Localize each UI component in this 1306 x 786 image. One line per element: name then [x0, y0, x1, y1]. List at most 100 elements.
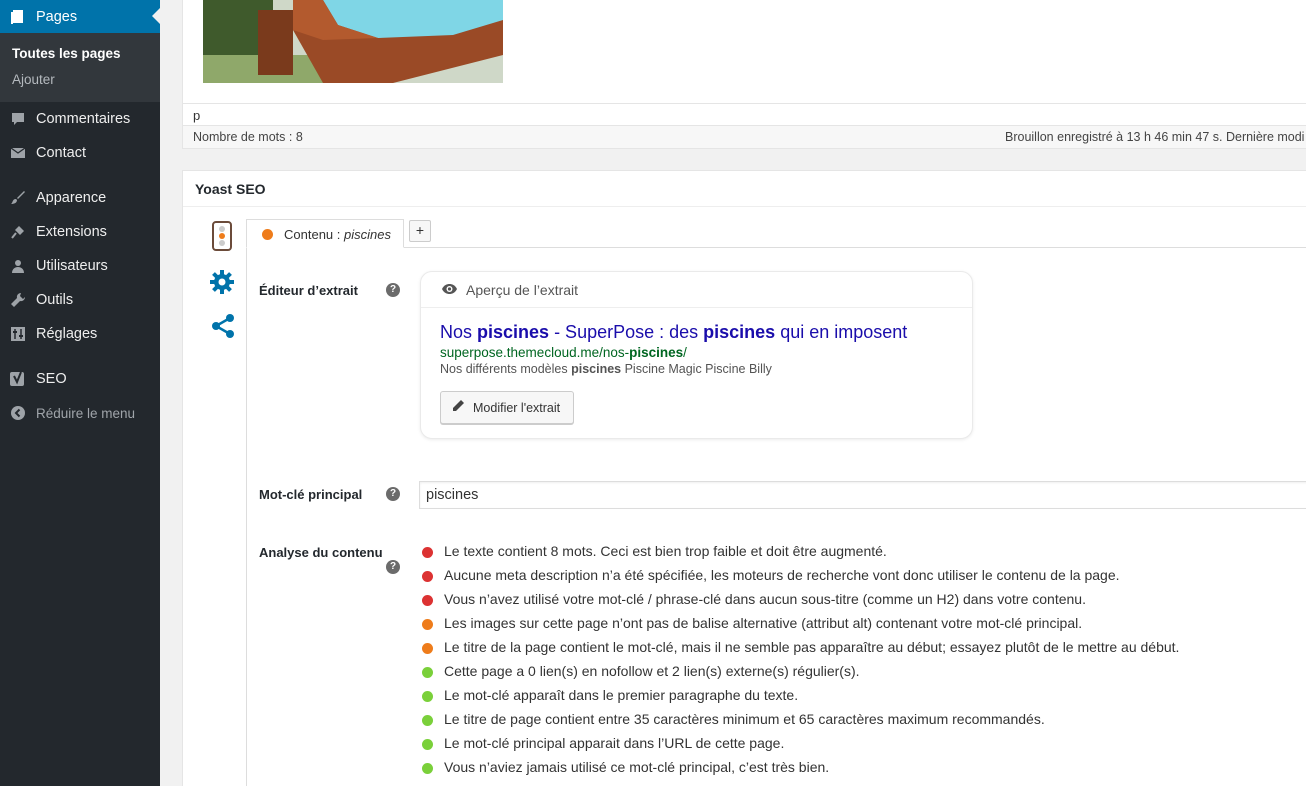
menu-label: Utilisateurs	[36, 258, 108, 274]
snippet-url: superpose.themecloud.me/nos-piscines/	[440, 345, 687, 360]
analysis-item: Vous n’avez utilisé votre mot-clé / phra…	[422, 591, 1302, 615]
snippet-title[interactable]: Nos piscines - SuperPose : des piscines …	[440, 322, 907, 343]
menu-label: Réduire le menu	[36, 405, 136, 421]
menu-label: Pages	[36, 8, 78, 25]
help-icon[interactable]: ?	[386, 283, 400, 297]
analysis-text: Cette page a 0 lien(s) en nofollow et 2 …	[444, 663, 860, 679]
menu-label: Extensions	[36, 224, 107, 240]
content-analysis-label: Analyse du contenu	[259, 545, 383, 560]
edit-snippet-button[interactable]: Modifier l'extrait	[440, 391, 574, 424]
yoast-icon	[0, 370, 36, 388]
collapse-menu-button[interactable]: Réduire le menu	[0, 398, 160, 428]
eye-icon	[441, 282, 458, 298]
analysis-item: Le mot-clé apparaît dans le premier para…	[422, 687, 1302, 711]
yoast-seo-metabox: Yoast SEO Contenu : piscines + Éditeur d…	[182, 170, 1306, 786]
plugin-icon	[0, 224, 36, 240]
snippet-description: Nos différents modèles piscines Piscine …	[440, 362, 772, 376]
analysis-item: Aucune meta description n’a été spécifié…	[422, 567, 1302, 591]
menu-label: Commentaires	[36, 111, 131, 127]
analysis-text: Le mot-clé principal apparait dans l’URL…	[444, 735, 785, 751]
menu-item-contact[interactable]: Contact	[0, 138, 160, 168]
add-keyword-tab-button[interactable]: +	[409, 220, 431, 242]
sliders-icon	[0, 326, 36, 342]
analysis-text: Vous n’aviez jamais utilisé ce mot-clé p…	[444, 759, 830, 775]
snippet-editor-label: Éditeur d’extrait	[259, 283, 358, 298]
help-icon[interactable]: ?	[386, 560, 400, 574]
element-path: p	[183, 103, 1306, 125]
help-icon[interactable]: ?	[386, 487, 400, 501]
gear-icon[interactable]	[209, 269, 235, 300]
preview-label: Aperçu de l’extrait	[466, 281, 579, 298]
analysis-item: Le titre de la page contient le mot-clé,…	[422, 639, 1302, 663]
analysis-item: Le texte contient 8 mots. Ceci est bien …	[422, 543, 1302, 567]
current-indicator	[152, 8, 160, 24]
analysis-text: Aucune meta description n’a été spécifié…	[444, 567, 1120, 583]
analysis-text: Vous n’avez utilisé votre mot-clé / phra…	[444, 591, 1086, 607]
menu-item-plugins[interactable]: Extensions	[0, 217, 160, 247]
status-bullet	[422, 571, 433, 582]
paintbrush-icon	[0, 190, 36, 206]
status-bullet	[422, 691, 433, 702]
word-count: Nombre de mots : 8	[193, 130, 303, 144]
editor-status-bar: Nombre de mots : 8 Brouillon enregistré …	[183, 125, 1306, 148]
status-bullet	[422, 643, 433, 654]
share-icon[interactable]	[210, 313, 236, 344]
status-bullet	[422, 739, 433, 750]
status-bullet	[422, 595, 433, 606]
submenu-add[interactable]: Ajouter	[12, 72, 55, 87]
analysis-text: Le texte contient 8 mots. Ceci est bien …	[444, 543, 887, 559]
menu-label: Outils	[36, 292, 74, 308]
admin-sidebar: Pages Toutes les pages Ajouter Commentai…	[0, 0, 160, 786]
mail-icon	[0, 145, 36, 161]
tab-content[interactable]: Contenu : piscines	[246, 219, 404, 248]
status-bullet	[422, 619, 433, 630]
traffic-light-icon[interactable]	[212, 221, 232, 251]
menu-item-settings[interactable]: Réglages	[0, 319, 160, 349]
status-bullet	[422, 715, 433, 726]
snippet-preview-header[interactable]: Aperçu de l’extrait	[421, 272, 972, 308]
pages-icon	[0, 9, 36, 25]
snippet-preview: Aperçu de l’extrait Nos piscines - Super…	[420, 271, 973, 439]
content-divider	[246, 247, 247, 786]
menu-label: SEO	[36, 371, 67, 387]
focus-keyword-input[interactable]: piscines	[419, 481, 1306, 509]
edit-snippet-label: Modifier l'extrait	[473, 400, 561, 415]
tabs-baseline	[246, 247, 1306, 248]
submenu-all-pages[interactable]: Toutes les pages	[12, 46, 121, 61]
analysis-item: Le titre de page contient entre 35 carac…	[422, 711, 1302, 735]
tab-keyword: piscines	[344, 227, 391, 242]
analysis-text: Les images sur cette page n’ont pas de b…	[444, 615, 1083, 631]
light-orange	[219, 233, 225, 239]
menu-item-appearance[interactable]: Apparence	[0, 183, 160, 213]
analysis-item: Vous n’aviez jamais utilisé ce mot-clé p…	[422, 759, 1302, 783]
tab-label: Contenu :	[284, 227, 341, 242]
status-bullet	[422, 667, 433, 678]
metabox-title: Yoast SEO	[183, 171, 1306, 207]
post-editor: p Nombre de mots : 8 Brouillon enregistr…	[182, 0, 1306, 149]
pages-submenu: Toutes les pages Ajouter	[0, 33, 160, 102]
analysis-item: Cette page a 0 lien(s) en nofollow et 2 …	[422, 663, 1302, 687]
menu-item-tools[interactable]: Outils	[0, 285, 160, 315]
menu-item-users[interactable]: Utilisateurs	[0, 251, 160, 281]
menu-label: Contact	[36, 145, 86, 161]
pencil-icon	[451, 399, 465, 416]
menu-item-comments[interactable]: Commentaires	[0, 104, 160, 134]
analysis-text: Le mot-clé apparaît dans le premier para…	[444, 687, 799, 703]
collapse-icon	[0, 405, 36, 421]
analysis-item: Le mot-clé principal apparait dans l’URL…	[422, 735, 1302, 759]
status-bullet	[422, 763, 433, 774]
user-icon	[0, 258, 36, 274]
menu-item-pages[interactable]: Pages	[0, 0, 160, 33]
menu-label: Apparence	[36, 190, 107, 206]
light-green	[219, 240, 225, 246]
menu-label: Réglages	[36, 326, 98, 342]
score-dot	[262, 229, 273, 240]
draft-status: Brouillon enregistré à 13 h 46 min 47 s.…	[1005, 130, 1305, 144]
light-red	[219, 226, 225, 232]
wrench-icon	[0, 292, 36, 308]
comment-icon	[0, 111, 36, 127]
analysis-text: Le titre de page contient entre 35 carac…	[444, 711, 1045, 727]
status-bullet	[422, 547, 433, 558]
analysis-text: Le titre de la page contient le mot-clé,…	[444, 639, 1180, 655]
menu-item-seo[interactable]: SEO	[0, 364, 160, 394]
